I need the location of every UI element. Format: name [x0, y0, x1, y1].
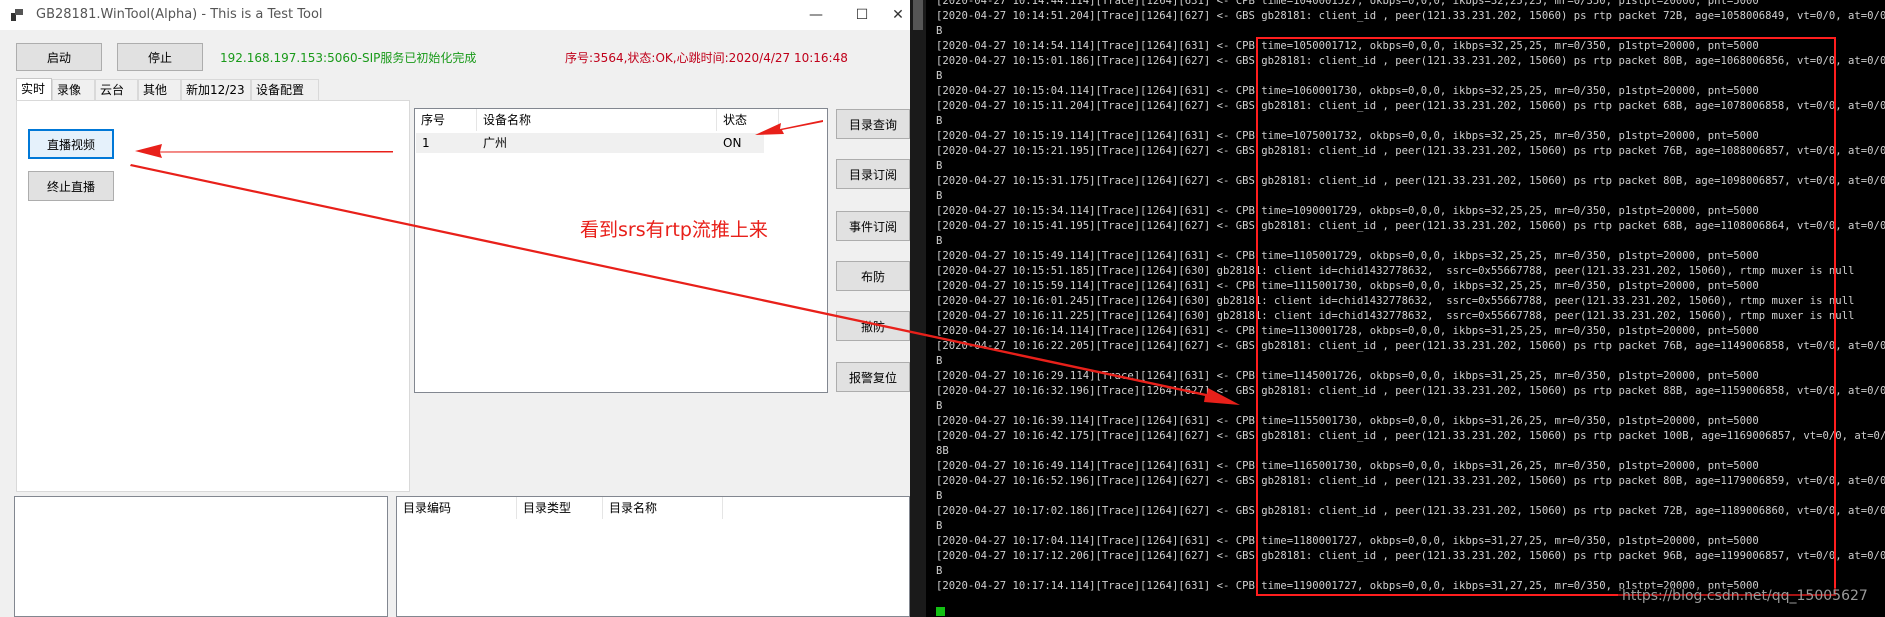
tab-other[interactable]: 其他 — [138, 79, 181, 100]
table-row[interactable]: 1 广州 ON — [416, 133, 764, 153]
device-index-cell: 1 — [422, 136, 430, 150]
tab-device-config[interactable]: 设备配置 — [251, 79, 319, 100]
tab-new-1223[interactable]: 新加12/23 — [181, 79, 251, 100]
column-header-catalog-name[interactable]: 目录名称 — [603, 497, 723, 519]
highlight-box — [1256, 37, 1836, 596]
stop-button[interactable]: 停止 — [117, 43, 203, 71]
device-name-cell: 广州 — [483, 136, 508, 150]
title-bar[interactable]: GB28181.WinTool(Alpha) - This is a Test … — [0, 0, 910, 30]
heartbeat-status-text: 序号:3564,状态:OK,心跳时间:2020/4/27 10:16:48 — [565, 51, 848, 65]
alarm-reset-button[interactable]: 报警复位 — [836, 362, 910, 392]
live-video-button[interactable]: 直播视频 — [28, 129, 114, 159]
stop-live-button[interactable]: 终止直播 — [28, 171, 114, 201]
column-header-catalog-code[interactable]: 目录编码 — [397, 497, 517, 519]
app-icon — [11, 9, 23, 21]
tab-recording[interactable]: 录像 — [52, 79, 95, 100]
log-line: [2020-04-27 10:14:51.204][Trace][1264][6… — [936, 10, 1885, 22]
minimize-icon[interactable]: — — [796, 2, 836, 28]
catalog-tree[interactable] — [14, 496, 388, 617]
catalog-query-button[interactable]: 目录查询 — [836, 109, 910, 139]
disarm-button[interactable]: 撤防 — [836, 311, 910, 341]
sip-status-text: 192.168.197.153:5060-SIP服务已初始化完成 — [220, 51, 477, 65]
device-status-cell: ON — [723, 136, 742, 150]
window-title: GB28181.WinTool(Alpha) - This is a Test … — [36, 7, 323, 22]
column-header-device-name[interactable]: 设备名称 — [477, 109, 717, 131]
maximize-icon[interactable]: ☐ — [842, 2, 882, 28]
column-header-index[interactable]: 序号 — [415, 109, 477, 131]
start-button[interactable]: 启动 — [16, 43, 102, 71]
tab-ptz[interactable]: 云台 — [95, 79, 138, 100]
gb28181-tool-window: GB28181.WinTool(Alpha) - This is a Test … — [0, 0, 910, 617]
tab-realtime[interactable]: 实时 — [16, 78, 52, 101]
console-scrollbar[interactable] — [910, 0, 926, 617]
console-cursor — [936, 607, 945, 616]
realtime-tab-panel: 直播视频 终止直播 — [16, 100, 410, 492]
arm-button[interactable]: 布防 — [836, 261, 910, 291]
device-list[interactable]: 序号 设备名称 状态 1 广州 ON — [414, 108, 828, 393]
watermark: https://blog.csdn.net/qq_15005627 — [1618, 588, 1872, 604]
event-subscribe-button[interactable]: 事件订阅 — [836, 211, 910, 241]
log-line: [2020-04-27 10:14:44.114][Trace][1264][6… — [936, 0, 1759, 7]
column-header-status[interactable]: 状态 — [717, 109, 779, 131]
catalog-list[interactable]: 目录编码 目录类型 目录名称 — [396, 496, 910, 617]
column-header-catalog-type[interactable]: 目录类型 — [517, 497, 603, 519]
annotation-text: 看到srs有rtp流推上来 — [580, 219, 768, 241]
close-icon[interactable]: ✕ — [886, 2, 910, 28]
catalog-subscribe-button[interactable]: 目录订阅 — [836, 159, 910, 189]
